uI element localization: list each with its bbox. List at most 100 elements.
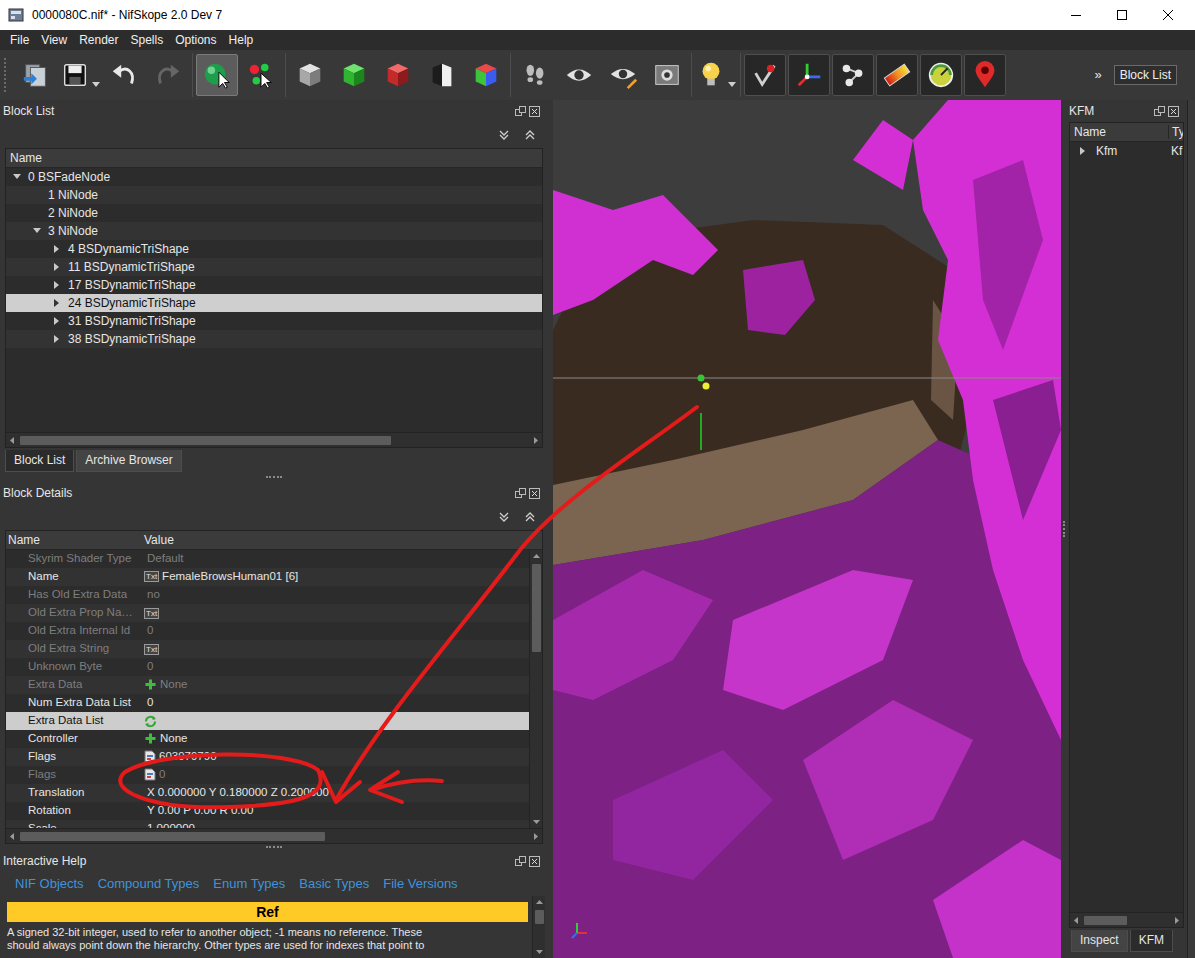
refresh-icon[interactable] <box>144 715 157 728</box>
tree-row[interactable]: 11 BSDynamicTriShape <box>6 258 542 276</box>
tool-icon-holder[interactable] <box>608 60 638 90</box>
collapsed-arrow-icon[interactable] <box>1078 146 1088 156</box>
scroll-track[interactable] <box>20 832 528 841</box>
expander[interactable] <box>52 280 68 290</box>
halfshade-button[interactable] <box>421 54 463 96</box>
detail-row[interactable]: Has Old Extra Datano <box>6 586 529 604</box>
scroll-arrow-icon[interactable] <box>1172 916 1181 925</box>
tool-icon-holder[interactable] <box>246 60 276 90</box>
column-header[interactable]: Name <box>10 151 42 165</box>
tool-icon-holder[interactable] <box>202 60 232 90</box>
field-value[interactable]: None <box>140 678 529 692</box>
tree-row[interactable]: 17 BSDynamicTriShape <box>6 276 542 294</box>
splitter[interactable] <box>1061 100 1066 958</box>
expander[interactable] <box>52 298 68 308</box>
expander[interactable] <box>52 316 68 326</box>
detail-row[interactable]: Old Extra StringTxt <box>6 640 529 658</box>
kfm-name-cell[interactable]: Kfm <box>1070 144 1168 158</box>
dock-tab[interactable]: Block List <box>5 450 74 472</box>
vertical-scrollbar[interactable] <box>529 550 542 828</box>
pincheck-button[interactable] <box>744 54 786 96</box>
plus-icon[interactable] <box>144 732 157 745</box>
save-button[interactable] <box>59 54 101 96</box>
vertical-scrollbar[interactable] <box>532 896 545 958</box>
detail-row[interactable]: Old Extra Internal Id0 <box>6 622 529 640</box>
axes-button[interactable] <box>788 54 830 96</box>
block-list-button[interactable]: Block List <box>1114 65 1177 85</box>
field-value[interactable]: Txt <box>140 608 529 619</box>
tool-icon-holder[interactable] <box>295 60 325 90</box>
tool-icon-holder[interactable] <box>696 60 726 90</box>
field-value[interactable]: X 0.000000 Y 0.180000 Z 0.200000 <box>140 786 529 800</box>
help-link[interactable]: Enum Types <box>213 876 285 892</box>
tool-icon-holder[interactable] <box>970 60 1000 90</box>
bulb-button[interactable] <box>695 54 737 96</box>
collapsed-arrow-icon[interactable] <box>52 244 62 254</box>
tool-icon-holder[interactable] <box>153 60 183 90</box>
scroll-arrow-icon[interactable] <box>531 436 540 445</box>
horizontal-scrollbar[interactable] <box>6 432 542 447</box>
field-value[interactable]: 0 <box>140 624 529 638</box>
scroll-arrow-icon[interactable] <box>535 947 544 956</box>
tool-icon-holder[interactable] <box>60 60 90 90</box>
close-icon[interactable] <box>529 106 540 117</box>
tree-row[interactable]: 24 BSDynamicTriShape <box>6 294 542 312</box>
redcube-button[interactable] <box>377 54 419 96</box>
expander[interactable] <box>32 226 48 236</box>
collapsed-arrow-icon[interactable] <box>52 262 62 272</box>
undo-button[interactable] <box>103 54 145 96</box>
pick-button[interactable] <box>240 54 282 96</box>
detail-row[interactable]: NameTxtFemaleBrowsHuman01 [6] <box>6 568 529 586</box>
expand-all-icon[interactable] <box>524 129 536 141</box>
detail-row[interactable]: Extra DataNone <box>6 676 529 694</box>
detail-row[interactable]: Old Extra Prop Na…Txt <box>6 604 529 622</box>
tree-row[interactable]: 0 BSFadeNode <box>6 168 542 186</box>
plus-icon[interactable] <box>144 678 157 691</box>
detail-row[interactable]: Flags603979790 <box>6 748 529 766</box>
float-icon[interactable] <box>1154 106 1165 117</box>
tool-icon-holder[interactable] <box>882 60 912 90</box>
detail-row[interactable]: Num Extra Data List0 <box>6 694 529 712</box>
tool-icon-holder[interactable] <box>750 60 780 90</box>
toolbar-overflow[interactable]: » <box>1090 67 1105 83</box>
help-link[interactable]: Compound Types <box>98 876 200 892</box>
detail-row[interactable]: RotationY 0.00 P 0.00 R 0.00 <box>6 802 529 820</box>
field-value[interactable] <box>140 715 529 728</box>
dock-tab[interactable]: Inspect <box>1071 930 1128 952</box>
collapse-all-icon[interactable] <box>498 129 510 141</box>
tool-icon-holder[interactable] <box>471 60 501 90</box>
tool-icon-holder[interactable] <box>383 60 413 90</box>
menu-item[interactable]: Options <box>169 30 222 50</box>
tree-row[interactable]: 3 NiNode <box>6 222 542 240</box>
render-viewport[interactable] <box>553 100 1061 958</box>
close-icon[interactable] <box>1168 106 1179 117</box>
column-header[interactable]: Value <box>140 533 542 547</box>
field-value[interactable]: no <box>140 588 529 602</box>
tool-icon-holder[interactable] <box>794 60 824 90</box>
select-button[interactable] <box>196 54 238 96</box>
float-icon[interactable] <box>515 488 526 499</box>
field-value[interactable]: 603979790 <box>140 750 529 764</box>
dropdown-arrow-icon[interactable] <box>728 82 736 87</box>
detail-row[interactable]: ControllerNone <box>6 730 529 748</box>
expanded-arrow-icon[interactable] <box>12 172 22 182</box>
collapsed-arrow-icon[interactable] <box>52 280 62 290</box>
nodes-button[interactable] <box>832 54 874 96</box>
footsteps-button[interactable] <box>514 54 556 96</box>
gradient-button[interactable] <box>876 54 918 96</box>
expander[interactable] <box>52 244 68 254</box>
scroll-thumb[interactable] <box>1084 916 1127 925</box>
tree-row[interactable]: 31 BSDynamicTriShape <box>6 312 542 330</box>
scroll-arrow-icon[interactable] <box>532 552 541 561</box>
scroll-arrow-icon[interactable] <box>1072 916 1081 925</box>
collapse-all-icon[interactable] <box>498 511 510 523</box>
field-value[interactable]: Y 0.00 P 0.00 R 0.00 <box>140 804 529 818</box>
collapsed-arrow-icon[interactable] <box>52 316 62 326</box>
field-value[interactable]: 0 <box>140 696 529 710</box>
close-icon[interactable] <box>529 488 540 499</box>
field-value[interactable]: 0 <box>140 768 529 782</box>
tool-icon-holder[interactable] <box>564 60 594 90</box>
detail-row[interactable]: Unknown Byte0 <box>6 658 529 676</box>
eyeedit-button[interactable] <box>602 54 644 96</box>
txt-icon[interactable]: Txt <box>144 571 159 582</box>
